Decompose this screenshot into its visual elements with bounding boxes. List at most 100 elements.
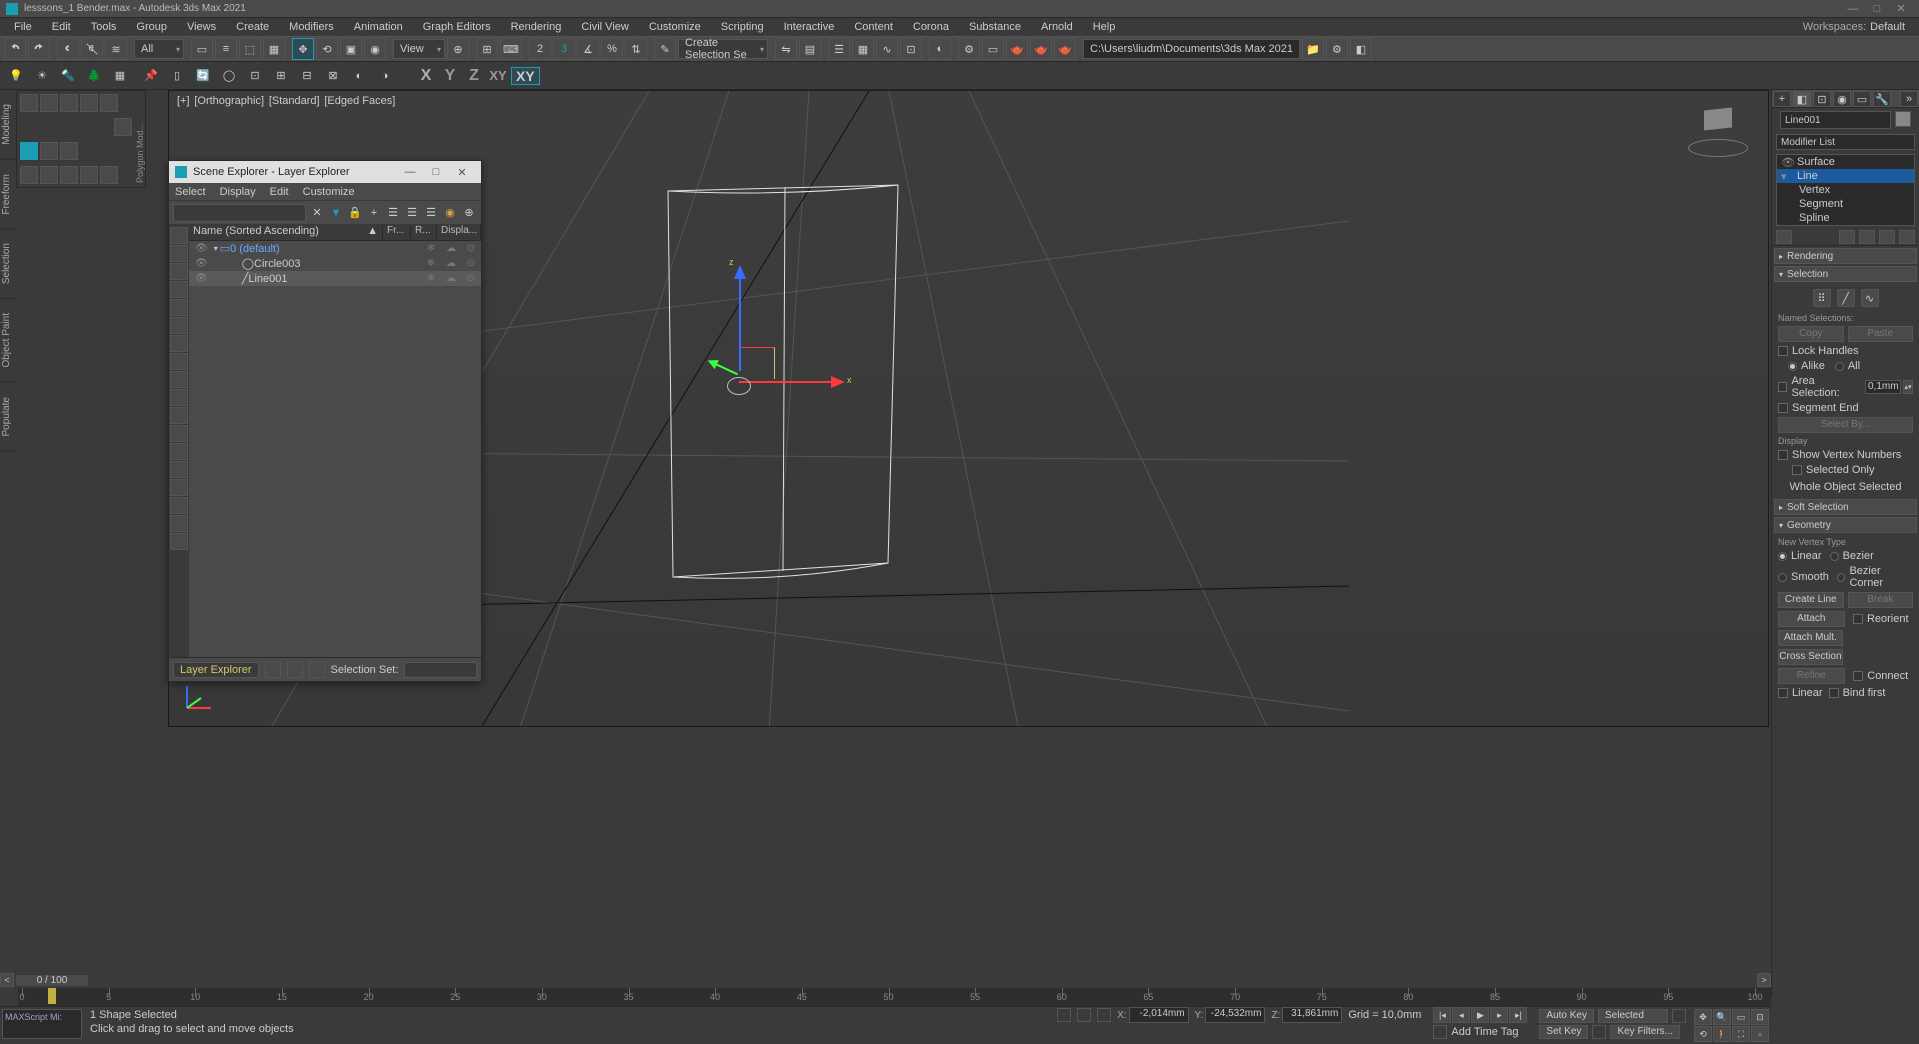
bezier-radio[interactable] <box>1830 552 1839 561</box>
sub5-icon[interactable]: ◐ <box>347 64 371 88</box>
refine-button[interactable]: Refine <box>1778 668 1845 684</box>
sun-icon[interactable]: ☀ <box>30 64 54 88</box>
copy-button[interactable]: Copy <box>1778 326 1844 342</box>
smooth-radio[interactable] <box>1778 573 1787 582</box>
object-row[interactable]: 👁 ╱ Line001 ❄ ☁ ⊙ <box>189 271 481 286</box>
curve-editor-button[interactable]: ∿ <box>876 38 898 60</box>
filter-box-icon[interactable] <box>170 533 188 550</box>
ribbon-expand-icon[interactable] <box>114 118 132 136</box>
key-filters-button[interactable]: Key Filters... <box>1610 1025 1680 1039</box>
bind-spacewarp-button[interactable]: ≋ <box>105 38 127 60</box>
lightbulb-icon[interactable]: 💡 <box>4 64 28 88</box>
menu-content[interactable]: Content <box>844 21 903 33</box>
axis-xy-constrain-button[interactable]: XY <box>511 67 540 85</box>
pin-icon[interactable]: 📌 <box>139 64 163 88</box>
menu-arnold[interactable]: Arnold <box>1031 21 1083 33</box>
spot-light-icon[interactable]: 🔦 <box>56 64 80 88</box>
window-minimize-button[interactable]: — <box>1841 3 1865 15</box>
orbit-icon[interactable]: ◯ <box>217 64 241 88</box>
subobj-segment-icon[interactable]: ╱ <box>1837 289 1855 307</box>
select-by-name-button[interactable]: ≡ <box>215 38 237 60</box>
scene-explorer-search[interactable] <box>173 204 306 222</box>
goto-start-button[interactable]: |◂ <box>1433 1007 1451 1023</box>
menu-rendering[interactable]: Rendering <box>501 21 572 33</box>
se-expand-icon[interactable]: ⊕ <box>461 205 477 221</box>
menu-edit[interactable]: Edit <box>42 21 81 33</box>
angle-snap-button[interactable]: ∡ <box>577 38 599 60</box>
select-by-button[interactable]: Select By... <box>1778 417 1913 433</box>
select-move-button[interactable]: ✥ <box>292 38 314 60</box>
render-iterate-button[interactable]: 🫖 <box>1030 38 1052 60</box>
menu-corona[interactable]: Corona <box>903 21 959 33</box>
lock-handles-checkbox[interactable] <box>1778 346 1788 356</box>
material-editor-button[interactable]: ◐ <box>929 38 951 60</box>
filter-light-icon[interactable] <box>170 281 188 298</box>
subobject-spline[interactable]: Spline <box>1777 211 1914 225</box>
selection-lock-icon[interactable] <box>1077 1008 1091 1022</box>
configure-sets-icon[interactable] <box>1899 230 1915 244</box>
scene-explorer-window[interactable]: Scene Explorer - Layer Explorer — □ ✕ Se… <box>168 160 482 682</box>
window-maximize-button[interactable]: □ <box>1865 3 1889 15</box>
scene-explorer-close[interactable]: ✕ <box>449 166 475 179</box>
rollout-soft-selection[interactable]: Soft Selection <box>1774 499 1917 515</box>
show-end-result-icon[interactable] <box>1839 230 1855 244</box>
tab-selection[interactable]: Selection <box>0 229 16 299</box>
percent-snap-button[interactable]: % <box>601 38 623 60</box>
cross-section-button[interactable]: Cross Section <box>1778 649 1843 665</box>
rollout-geometry[interactable]: Geometry <box>1774 517 1917 533</box>
ribbon-element-icon[interactable] <box>100 94 118 112</box>
ribbon-mode1-icon[interactable] <box>20 142 38 160</box>
redo-button[interactable] <box>28 38 50 60</box>
menu-civil-view[interactable]: Civil View <box>571 21 638 33</box>
linear-radio[interactable] <box>1778 552 1787 561</box>
menu-customize[interactable]: Customize <box>639 21 711 33</box>
reference-coord-dropdown[interactable]: View <box>393 39 445 59</box>
filter-container-icon[interactable] <box>170 407 188 424</box>
time-cursor[interactable] <box>48 988 56 1004</box>
nav-zoom-icon[interactable]: 🔍 <box>1713 1009 1731 1025</box>
filter-all-icon[interactable] <box>170 227 188 244</box>
alike-radio[interactable] <box>1788 362 1797 371</box>
display-cell[interactable]: ⊙ <box>461 273 481 284</box>
rectangle-region-button[interactable]: ⬚ <box>239 38 261 60</box>
select-rotate-button[interactable]: ⟲ <box>316 38 338 60</box>
tab-freeform[interactable]: Freeform <box>0 160 16 230</box>
linear2-checkbox[interactable] <box>1778 688 1788 698</box>
tree-icon[interactable]: 🌲 <box>82 64 106 88</box>
menu-substance[interactable]: Substance <box>959 21 1031 33</box>
nav-zoom-extents-icon[interactable]: ⊡ <box>1751 1009 1769 1025</box>
ribbon-tool1-icon[interactable] <box>20 166 38 184</box>
object-name[interactable]: Circle003 <box>254 258 300 270</box>
spinner-arrows[interactable]: ▴▾ <box>1903 380 1913 394</box>
rollout-rendering[interactable]: Rendering <box>1774 248 1917 264</box>
menu-tools[interactable]: Tools <box>81 21 127 33</box>
subobj-spline-icon[interactable]: ∿ <box>1861 289 1879 307</box>
next-frame-button[interactable]: ▸ <box>1490 1007 1508 1023</box>
cmd-tab-modify[interactable]: ◧ <box>1793 91 1811 107</box>
project-folder-button[interactable]: 📁 <box>1302 38 1324 60</box>
filter-doc3-icon[interactable] <box>170 479 188 496</box>
nav-fov-icon[interactable]: ▭ <box>1732 1009 1750 1025</box>
renderable-cell[interactable]: ☁ <box>441 243 461 254</box>
menu-create[interactable]: Create <box>226 21 279 33</box>
filter-helper-icon[interactable] <box>170 317 188 334</box>
unlink-button[interactable] <box>81 38 103 60</box>
time-tag-icon[interactable] <box>1433 1025 1447 1039</box>
se-highlight-icon[interactable]: ◉ <box>442 205 458 221</box>
auto-key-button[interactable]: Auto Key <box>1539 1009 1594 1023</box>
subobject-vertex[interactable]: Vertex <box>1777 183 1914 197</box>
object-color-swatch[interactable] <box>1895 111 1911 127</box>
rollout-selection[interactable]: Selection <box>1774 266 1917 282</box>
scene-explorer-maximize[interactable]: □ <box>423 166 449 178</box>
select-object-button[interactable]: ▭ <box>191 38 213 60</box>
filter-shape-icon[interactable] <box>170 263 188 280</box>
axis-x-button[interactable]: X <box>415 67 437 85</box>
menu-modifiers[interactable]: Modifiers <box>279 21 344 33</box>
layer-explorer-button[interactable]: ☰ <box>828 38 850 60</box>
ribbon-tool4-icon[interactable] <box>80 166 98 184</box>
ribbon-tool3-icon[interactable] <box>60 166 78 184</box>
maxscript-mini-listener[interactable]: MAXScript Mi: <box>2 1009 82 1039</box>
nav-pan-icon[interactable]: ✥ <box>1694 1009 1712 1025</box>
filter-funnel2-icon[interactable] <box>170 515 188 532</box>
show-vertex-numbers-checkbox[interactable] <box>1778 450 1788 460</box>
